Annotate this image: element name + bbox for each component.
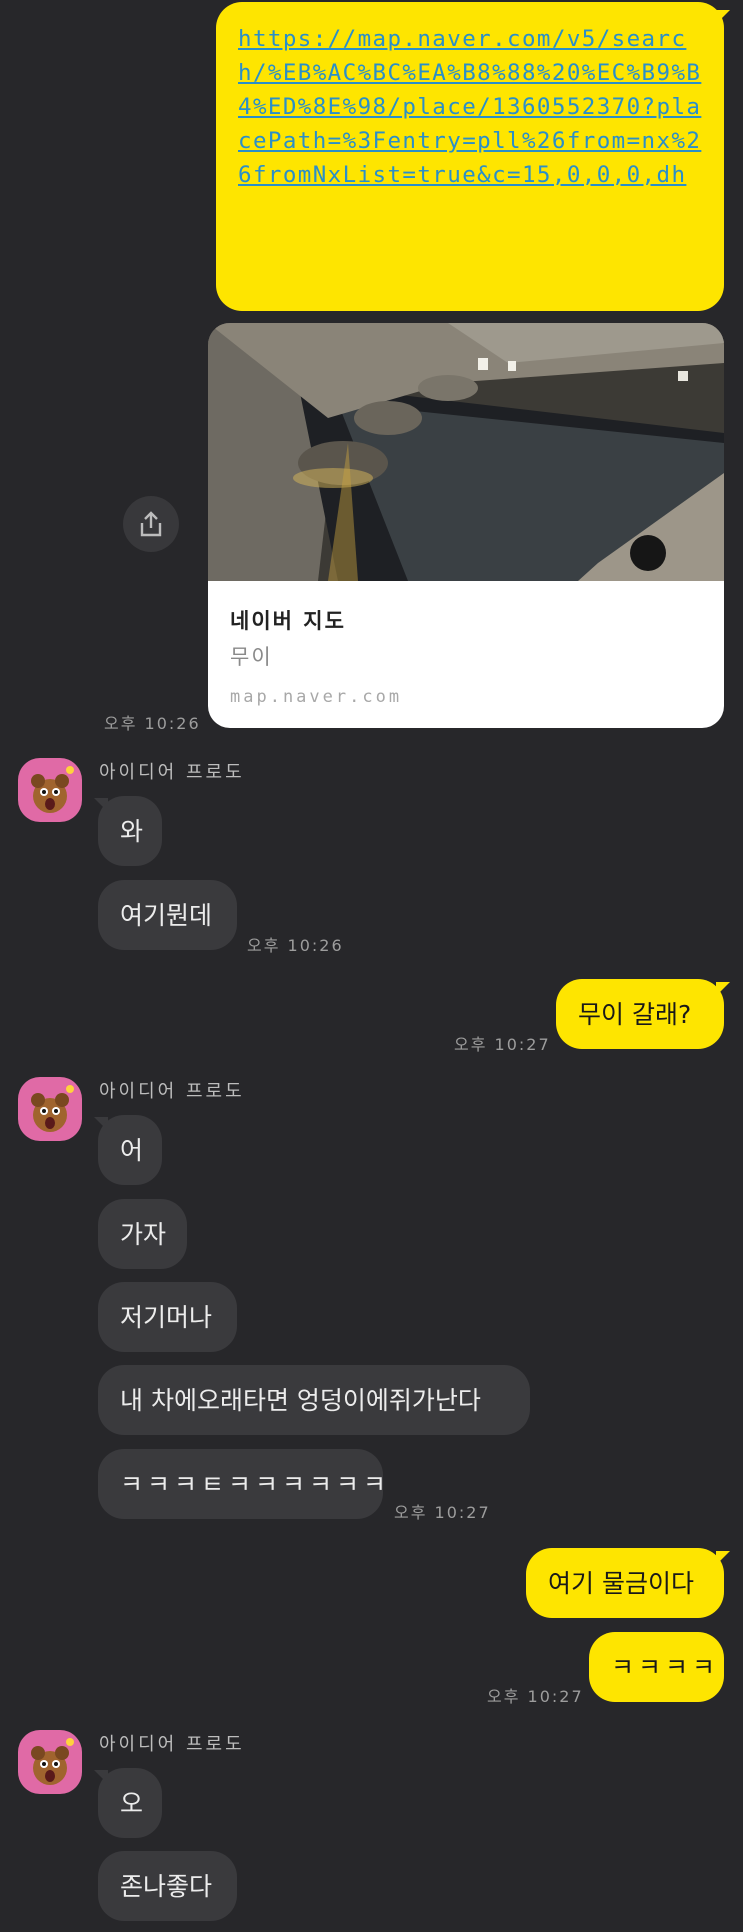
share-icon [140,511,162,537]
share-button[interactable] [123,496,179,552]
message-bubble[interactable]: 여기뭔데 [98,880,237,950]
message-bubble[interactable]: 어 [98,1115,162,1185]
frodo-character-avatar [31,1738,74,1785]
bubble-tail [716,10,730,24]
contact-name: 아이디어 프로도 [99,1081,245,1102]
message-time: 오후 10:27 [394,1503,491,1522]
message-bubble[interactable]: 내 차에오래타면 엉덩이에쥐가난다 [98,1365,530,1435]
contact-avatar[interactable] [18,758,82,822]
message-bubble[interactable]: ㅋㅋㅋㅌㅋㅋㅋㅋㅋㅋ [98,1449,386,1519]
message-bubble[interactable]: 오 [98,1768,162,1838]
bubble-tail [716,1551,730,1565]
contact-name: 아이디어 프로도 [99,1734,245,1755]
contact-name: 아이디어 프로도 [99,762,245,783]
message-time: 오후 10:26 [247,936,344,955]
contact-avatar[interactable] [18,1077,82,1141]
my-message-bubble[interactable]: 여기 물금이다 [526,1548,724,1618]
message-time: 오후 10:27 [454,1035,551,1054]
frodo-character-avatar [31,766,74,813]
contact-avatar[interactable] [18,1730,82,1794]
message-bubble[interactable]: 저기머나 [98,1282,237,1352]
bubble-tail [716,982,730,996]
my-message-bubble[interactable]: ㅋㅋㅋㅋ [589,1632,724,1702]
message-bubble[interactable]: 가자 [98,1199,187,1269]
preview-subtitle: 무이 [230,645,273,669]
link-url[interactable]: https://map.naver.com/v5/search/%EB%AC%B… [238,22,704,192]
message-time: 오후 10:26 [104,714,201,733]
frodo-character-avatar [31,1085,74,1132]
my-message-bubble[interactable]: 무이 갈래? [556,979,724,1049]
preview-domain: map.naver.com [230,687,403,707]
link-preview-card[interactable]: 네이버 지도 무이 map.naver.com [208,323,724,728]
link-message-bubble[interactable]: https://map.naver.com/v5/search/%EB%AC%B… [216,2,724,311]
message-time: 오후 10:27 [487,1687,584,1706]
preview-title: 네이버 지도 [230,609,346,633]
message-bubble[interactable]: 존나좋다 [98,1851,237,1921]
preview-image [208,323,724,581]
message-bubble[interactable]: 와 [98,796,162,866]
